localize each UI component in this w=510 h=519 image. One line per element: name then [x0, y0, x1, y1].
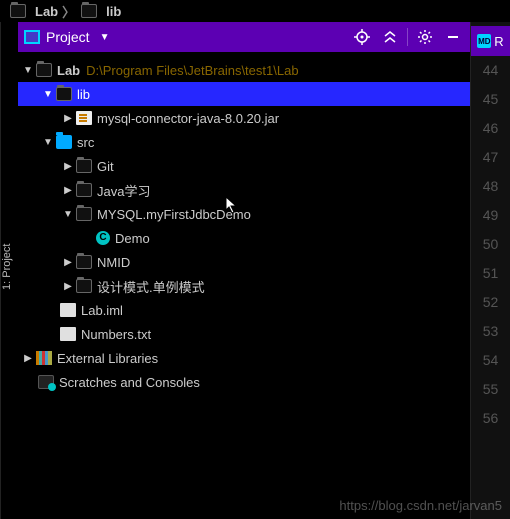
line-number: 51: [471, 259, 510, 288]
breadcrumb[interactable]: Lab 〉 lib: [0, 0, 510, 22]
markdown-icon: MD: [477, 34, 491, 48]
line-number: 49: [471, 201, 510, 230]
folder-icon: [10, 4, 26, 18]
node-label: NMID: [97, 255, 130, 270]
package-icon: [76, 207, 92, 221]
side-tab-project[interactable]: 1: Project: [0, 22, 18, 519]
settings-button[interactable]: [414, 26, 436, 48]
package-icon: [76, 279, 92, 293]
divider: [407, 28, 408, 46]
tree-file[interactable]: Numbers.txt: [18, 322, 470, 346]
node-path: D:\Program Files\JetBrains\test1\Lab: [86, 63, 298, 78]
chevron-right-icon[interactable]: ▶: [62, 113, 74, 124]
chevron-right-icon[interactable]: ▶: [22, 353, 34, 364]
iml-file-icon: [60, 303, 76, 317]
tree-class[interactable]: C Demo: [18, 226, 470, 250]
editor-tab[interactable]: MD R: [471, 26, 510, 56]
chevron-down-icon[interactable]: ▼: [42, 89, 54, 100]
tab-label: R: [494, 34, 503, 49]
breadcrumb-child: lib: [106, 4, 121, 19]
line-number: 50: [471, 230, 510, 259]
node-label: lib: [77, 87, 90, 102]
locate-button[interactable]: [351, 26, 373, 48]
breadcrumb-separator: 〉: [62, 2, 75, 21]
line-number: 45: [471, 85, 510, 114]
tree-package[interactable]: ▶ Java学习: [18, 178, 470, 202]
chevron-right-icon[interactable]: ▶: [62, 281, 74, 292]
node-label: External Libraries: [57, 351, 158, 366]
chevron-right-icon[interactable]: ▶: [62, 161, 74, 172]
libraries-icon: [36, 351, 52, 365]
node-label: Scratches and Consoles: [59, 375, 200, 390]
breadcrumb-root: Lab: [35, 4, 58, 19]
editor-gutter: MD R 44 45 46 47 48 49 50 51 52 53 54 55…: [470, 22, 510, 519]
node-label: Java学习: [97, 181, 150, 200]
line-number: 47: [471, 143, 510, 172]
project-view-icon: [24, 30, 40, 44]
line-number: 52: [471, 288, 510, 317]
project-toolbar: Project ▼: [18, 22, 470, 52]
jar-icon: [76, 111, 92, 125]
node-label: mysql-connector-java-8.0.20.jar: [97, 111, 279, 126]
tree-root[interactable]: ▼ Lab D:\Program Files\JetBrains\test1\L…: [18, 58, 470, 82]
chevron-down-icon[interactable]: ▼: [100, 32, 110, 43]
project-panel: Project ▼ ▼ Lab D:\Program Files\Jet: [18, 22, 470, 519]
line-number: 46: [471, 114, 510, 143]
project-tree: ▼ Lab D:\Program Files\JetBrains\test1\L…: [18, 52, 470, 519]
node-label: Demo: [115, 231, 150, 246]
line-number: 48: [471, 172, 510, 201]
source-folder-icon: [56, 135, 72, 149]
tree-package[interactable]: ▶ NMID: [18, 250, 470, 274]
line-number: 55: [471, 375, 510, 404]
tree-package[interactable]: ▼ MYSQL.myFirstJdbcDemo: [18, 202, 470, 226]
class-icon: C: [96, 231, 110, 245]
scratch-icon: [38, 375, 54, 389]
tree-file-jar[interactable]: ▶ mysql-connector-java-8.0.20.jar: [18, 106, 470, 130]
module-icon: [36, 63, 52, 77]
project-title[interactable]: Project: [46, 29, 90, 45]
chevron-down-icon[interactable]: ▼: [42, 137, 54, 148]
tree-folder-src[interactable]: ▼ src: [18, 130, 470, 154]
line-number: 54: [471, 346, 510, 375]
tree-package[interactable]: ▶ Git: [18, 154, 470, 178]
node-label: 设计模式.单例模式: [97, 277, 205, 296]
line-number: 44: [471, 56, 510, 85]
tree-scratches[interactable]: Scratches and Consoles: [18, 370, 470, 394]
chevron-down-icon[interactable]: ▼: [62, 209, 74, 220]
node-label: Lab.iml: [81, 303, 123, 318]
text-file-icon: [60, 327, 76, 341]
chevron-down-icon[interactable]: ▼: [22, 65, 34, 76]
tree-external-libraries[interactable]: ▶ External Libraries: [18, 346, 470, 370]
package-icon: [76, 159, 92, 173]
tree-folder-lib[interactable]: ▼ lib: [18, 82, 470, 106]
folder-icon: [81, 4, 97, 18]
node-label: Numbers.txt: [81, 327, 151, 342]
chevron-right-icon[interactable]: ▶: [62, 185, 74, 196]
package-icon: [76, 183, 92, 197]
collapse-all-button[interactable]: [379, 26, 401, 48]
chevron-right-icon[interactable]: ▶: [62, 257, 74, 268]
watermark: https://blog.csdn.net/jarvan5: [339, 498, 502, 513]
line-number: 56: [471, 404, 510, 433]
node-label: Lab: [57, 63, 80, 78]
line-number: 53: [471, 317, 510, 346]
tree-package[interactable]: ▶ 设计模式.单例模式: [18, 274, 470, 298]
node-label: src: [77, 135, 94, 150]
package-icon: [76, 255, 92, 269]
node-label: Git: [97, 159, 114, 174]
hide-button[interactable]: [442, 26, 464, 48]
folder-icon: [56, 87, 72, 101]
node-label: MYSQL.myFirstJdbcDemo: [97, 207, 251, 222]
tree-file[interactable]: Lab.iml: [18, 298, 470, 322]
